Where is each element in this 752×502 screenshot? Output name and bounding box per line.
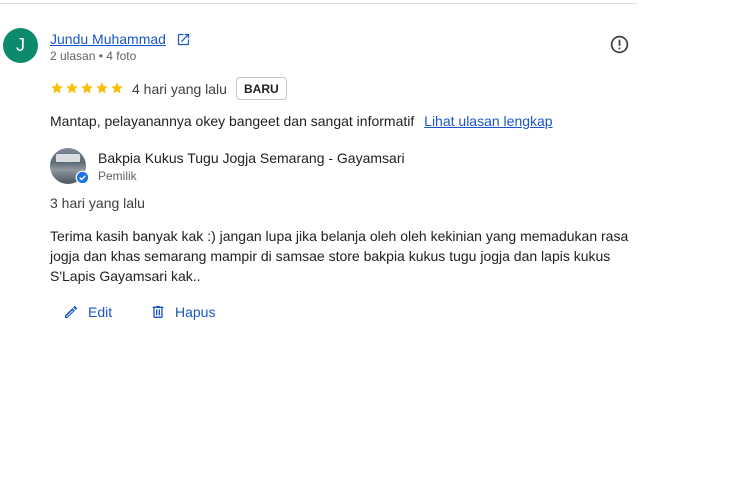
delete-reply-button[interactable]: Hapus [150,301,215,323]
star-icon [81,82,93,94]
pencil-icon [65,305,78,318]
reply-time: 3 hari yang lalu [50,195,145,211]
star-icon [66,82,78,94]
verified-icon [75,170,90,185]
review-body: Mantap, pelayanannya okey bangeet dan sa… [50,113,415,129]
star-icon [51,82,63,94]
reviewer-avatar[interactable]: J [3,28,38,63]
avatar-initial: J [16,35,25,55]
storefront-sign [56,154,80,162]
edit-reply-button[interactable]: Edit [63,301,112,323]
report-icon[interactable] [609,34,630,55]
reply-text: Terima kasih banyak kak :) jangan lupa j… [50,228,629,284]
reviewer-name-link[interactable]: Jundu Muhammad [50,31,166,47]
new-badge: BARU [236,77,287,100]
review-time: 4 hari yang lalu [132,81,227,97]
trash-icon [152,306,164,318]
star-icon [111,82,123,94]
review-text: Mantap, pelayanannya okey bangeet dan sa… [50,113,553,129]
delete-label: Hapus [175,304,216,320]
edit-label: Edit [88,304,113,320]
owner-business-name: Bakpia Kukus Tugu Jogja Semarang - Gayam… [98,150,405,166]
full-review-link[interactable]: Lihat ulasan lengkap [424,113,552,129]
star-icon [96,82,108,94]
external-link-icon[interactable] [176,32,191,47]
reviewer-meta: 2 ulasan • 4 foto [50,49,137,63]
owner-role: Pemilik [98,169,137,183]
top-divider [0,3,637,4]
star-rating [50,81,124,97]
